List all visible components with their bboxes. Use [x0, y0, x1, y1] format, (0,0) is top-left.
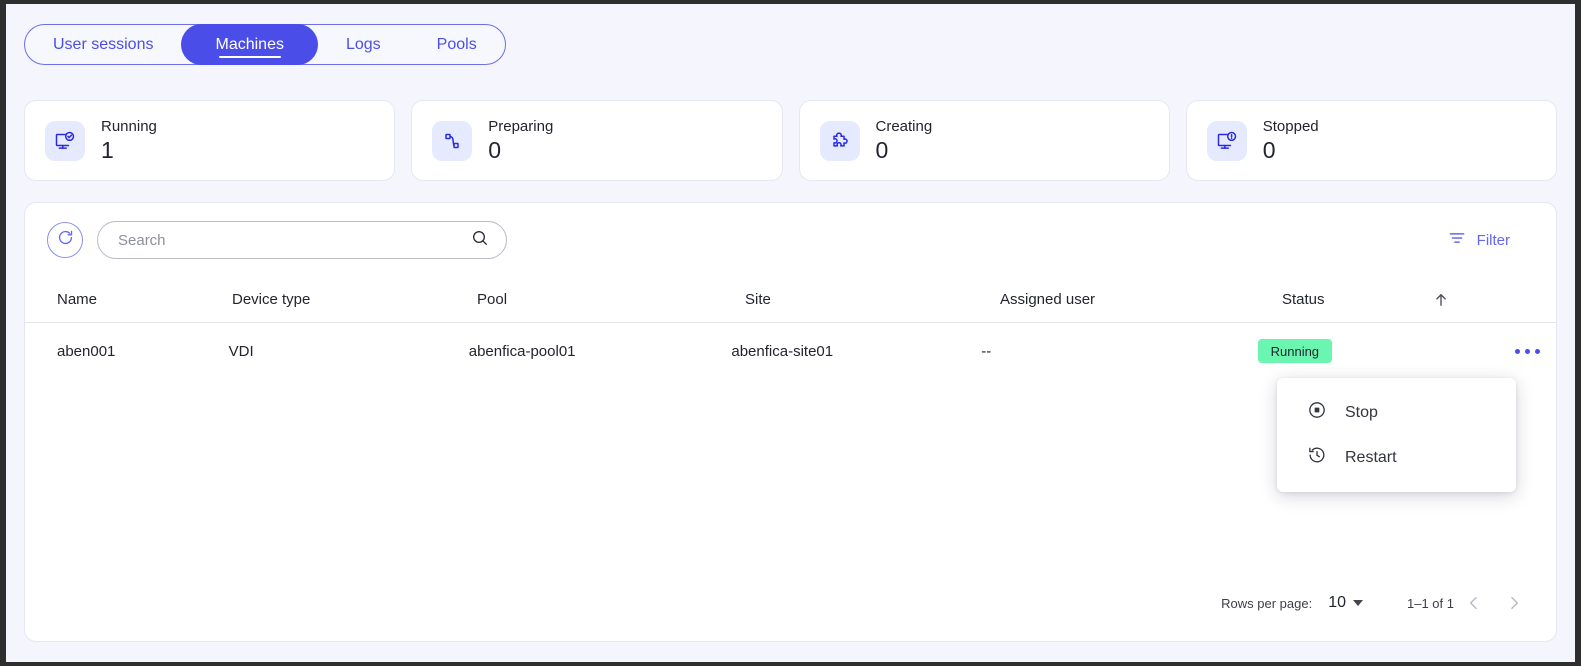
menu-item-stop[interactable]: Stop	[1277, 390, 1516, 435]
puzzle-piece-icon	[819, 120, 860, 161]
search-icon[interactable]	[470, 228, 490, 253]
stat-value: 0	[1262, 137, 1276, 163]
tab-logs[interactable]: Logs	[318, 24, 409, 65]
stat-label: Creating	[875, 118, 933, 135]
machines-panel: Filter Name Device type Pool Site Assign…	[24, 202, 1557, 642]
column-header-site[interactable]: Site	[727, 291, 982, 308]
stop-circle-icon	[1307, 400, 1327, 425]
dot	[1525, 348, 1530, 354]
row-actions-menu-button[interactable]	[1513, 343, 1542, 360]
rows-per-page-select[interactable]: 10	[1328, 594, 1363, 612]
search-box[interactable]	[97, 221, 507, 259]
stat-label: Preparing	[488, 118, 554, 135]
machines-page: User sessions Machines Logs Pools Runnin	[6, 4, 1575, 662]
stat-label: Running	[101, 118, 157, 135]
tab-bar: User sessions Machines Logs Pools	[24, 24, 506, 65]
stat-card-creating[interactable]: Creating 0	[798, 100, 1170, 181]
stat-card-running[interactable]: Running 1	[24, 100, 396, 181]
machines-table: Name Device type Pool Site Assigned user…	[25, 277, 1556, 379]
tab-machines[interactable]: Machines	[181, 24, 318, 65]
table-toolbar: Filter	[25, 203, 1556, 277]
stat-value: 1	[101, 137, 114, 163]
previous-page-button[interactable]	[1454, 583, 1494, 623]
restart-clock-icon	[1307, 445, 1327, 470]
column-header-name[interactable]: Name	[39, 291, 214, 308]
table-header-row: Name Device type Pool Site Assigned user…	[25, 277, 1556, 323]
filter-label: Filter	[1476, 231, 1510, 249]
column-header-assigned-user[interactable]: Assigned user	[982, 291, 1264, 308]
refresh-button[interactable]	[47, 222, 83, 258]
row-actions-dropdown: Stop Restart	[1277, 378, 1516, 492]
cell-site: abenfica-site01	[731, 342, 834, 360]
status-badge: Running	[1257, 339, 1333, 363]
column-header-status[interactable]: Status	[1264, 291, 1414, 308]
stat-label: Stopped	[1262, 118, 1319, 135]
tab-pools[interactable]: Pools	[409, 24, 505, 65]
tab-label: Pools	[436, 35, 477, 53]
rows-per-page-label: Rows per page:	[1221, 595, 1313, 611]
nodes-transfer-icon	[432, 120, 473, 161]
menu-item-label: Stop	[1345, 403, 1378, 421]
stat-card-preparing[interactable]: Preparing 0	[411, 100, 783, 181]
tab-label: User sessions	[53, 35, 154, 53]
tab-label: Machines	[215, 35, 284, 53]
next-page-button[interactable]	[1494, 583, 1534, 623]
search-input[interactable]	[118, 231, 470, 249]
monitor-alert-icon	[1206, 120, 1247, 161]
dot	[1535, 348, 1540, 354]
pagination-range: 1–1 of 1	[1407, 595, 1454, 611]
rows-per-page-value: 10	[1328, 594, 1346, 611]
cell-actions	[1485, 343, 1542, 360]
cell-assigned-user: --	[981, 342, 992, 360]
status-summary-cards: Running 1 Preparing 0 Creating 0 Stopped…	[24, 100, 1557, 181]
tab-user-sessions[interactable]: User sessions	[25, 24, 181, 65]
pagination: Rows per page: 10 1–1 of 1	[1221, 583, 1534, 623]
menu-item-restart[interactable]: Restart	[1277, 435, 1516, 480]
stat-value: 0	[488, 137, 502, 163]
refresh-icon	[56, 228, 75, 252]
column-header-pool[interactable]: Pool	[459, 291, 727, 308]
menu-item-label: Restart	[1345, 448, 1397, 466]
table-row[interactable]: aben001 VDI abenfica-pool01 abenfica-sit…	[25, 323, 1556, 379]
filter-icon	[1447, 228, 1467, 252]
tab-label: Logs	[345, 35, 381, 53]
filter-button[interactable]: Filter	[1447, 228, 1534, 252]
monitor-check-icon	[45, 120, 85, 161]
dot	[1515, 348, 1520, 354]
cell-pool: abenfica-pool01	[468, 342, 576, 360]
stat-card-stopped[interactable]: Stopped 0	[1185, 100, 1557, 181]
chevron-down-icon	[1353, 600, 1363, 606]
stat-value: 0	[875, 137, 889, 163]
cell-name: aben001	[57, 342, 116, 360]
cell-status: Running	[1240, 339, 1387, 363]
cell-device-type: VDI	[228, 342, 254, 360]
sort-ascending-icon[interactable]	[1414, 291, 1514, 309]
column-header-device-type[interactable]: Device type	[214, 291, 459, 308]
